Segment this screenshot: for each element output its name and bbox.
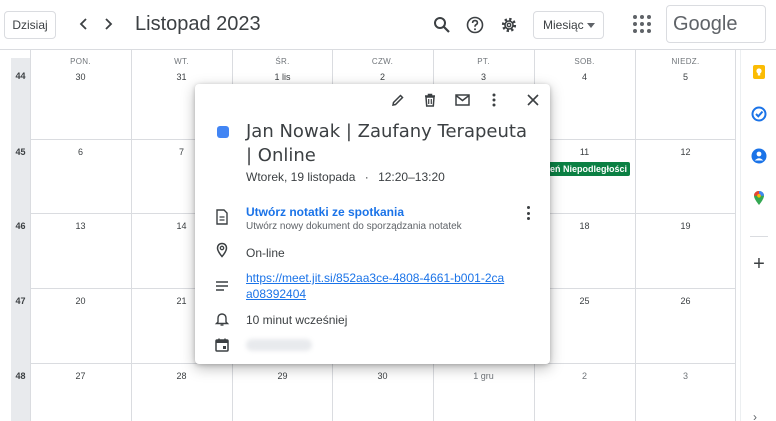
help-icon (466, 16, 484, 34)
location-pin-icon (216, 242, 228, 258)
weekday-header: ŚR. (275, 57, 290, 66)
day-number[interactable]: 26 (635, 296, 736, 306)
apps-grid-icon[interactable] (633, 15, 651, 33)
datetime-separator: · (364, 170, 369, 184)
day-number[interactable]: 3 (433, 72, 534, 82)
event-location: On-line (246, 246, 285, 260)
next-month-button[interactable] (98, 14, 118, 34)
search-icon (434, 17, 450, 33)
side-panel-divider (750, 236, 768, 237)
google-logo[interactable]: Google (666, 5, 766, 43)
chevron-left-icon (79, 18, 87, 30)
day-number[interactable]: 30 (332, 371, 433, 381)
month-title: Listopad 2023 (135, 13, 261, 35)
view-selector[interactable]: Miesiąc (533, 11, 604, 39)
search-button[interactable] (431, 14, 453, 36)
close-popup-button[interactable] (523, 90, 543, 110)
weekday-header: WT. (174, 57, 189, 66)
week-number: 45 (15, 147, 26, 157)
create-notes-link[interactable]: Utwórz notatki ze spotkania (246, 205, 404, 219)
email-guests-button[interactable] (452, 90, 472, 110)
top-bar: Dzisiaj Listopad 2023 Miesiąc Google (0, 0, 776, 50)
weekday-header: SOB. (574, 57, 595, 66)
trash-icon (425, 93, 435, 107)
event-title: Jan Nowak | Zaufany Terapeuta | Online (246, 121, 527, 166)
day-number[interactable]: 6 (30, 147, 131, 157)
week-number: 48 (15, 371, 26, 381)
prev-month-button[interactable] (74, 14, 94, 34)
weekday-header: NIEDZ. (671, 57, 700, 66)
today-button[interactable]: Dzisiaj (4, 11, 56, 39)
day-number[interactable]: 30 (30, 72, 131, 82)
settings-button[interactable] (498, 14, 520, 36)
day-number[interactable]: 20 (30, 296, 131, 306)
gear-icon (501, 17, 517, 33)
event-color-swatch (217, 126, 229, 138)
weekday-header: PON. (70, 57, 91, 66)
event-date: Wtorek, 19 listopada (246, 170, 356, 184)
close-icon (527, 94, 539, 106)
meeting-url-link[interactable]: https://meet.jit.si/852aa3ce-4808-4661-b… (246, 270, 506, 302)
more-vertical-icon (492, 93, 496, 107)
day-number[interactable]: 13 (30, 221, 131, 231)
day-number[interactable]: 1 gru (433, 371, 534, 381)
week-number: 47 (15, 296, 26, 306)
day-number[interactable]: 27 (30, 371, 131, 381)
day-number[interactable]: 3 (635, 371, 736, 381)
notes-more-icon[interactable] (525, 206, 531, 220)
event-time: 12:20–13:20 (378, 170, 445, 184)
day-number[interactable]: 28 (131, 371, 232, 381)
more-options-button[interactable] (484, 90, 504, 110)
day-number[interactable]: 2 (534, 371, 635, 381)
holiday-event-chip[interactable]: eń Niepodległości (548, 162, 630, 176)
help-button[interactable] (464, 14, 486, 36)
day-number[interactable]: 5 (635, 72, 736, 82)
delete-event-button[interactable] (420, 90, 440, 110)
blurred-calendar-name (246, 339, 312, 351)
chevron-right-icon[interactable]: › (753, 410, 757, 421)
event-details-popup: Jan Nowak | Zaufany Terapeuta | Online W… (195, 84, 550, 364)
day-number[interactable]: 1 lis (232, 72, 333, 82)
day-number[interactable]: 19 (635, 221, 736, 231)
keep-icon[interactable] (751, 64, 767, 80)
view-selector-label: Miesiąc (543, 18, 584, 32)
day-number[interactable]: 4 (534, 72, 635, 82)
contacts-icon[interactable] (751, 148, 767, 164)
create-notes-description: Utwórz nowy dokument do sporządzania not… (246, 221, 462, 232)
calendar-icon (215, 338, 229, 352)
notes-document-icon (216, 209, 228, 225)
event-reminder: 10 minut wcześniej (246, 313, 348, 327)
day-number[interactable]: 12 (635, 147, 736, 157)
day-number[interactable]: 2 (332, 72, 433, 82)
mail-icon (454, 94, 470, 106)
tasks-icon[interactable] (751, 106, 767, 122)
event-datetime: Wtorek, 19 listopada · 12:20–13:20 (246, 170, 445, 184)
weekday-header: PT. (477, 57, 490, 66)
day-number[interactable]: 29 (232, 371, 333, 381)
week-number-column (11, 58, 30, 421)
weekday-header: CZW. (371, 57, 394, 66)
bell-icon (214, 313, 230, 326)
day-number[interactable]: 31 (131, 72, 232, 82)
edit-event-button[interactable] (388, 90, 408, 110)
caret-down-icon (587, 23, 595, 28)
description-lines-icon (216, 281, 228, 291)
add-addon-icon[interactable]: + (751, 254, 767, 274)
pencil-icon (392, 94, 404, 106)
maps-icon[interactable] (751, 190, 767, 206)
week-number: 44 (15, 71, 26, 81)
week-number: 46 (15, 221, 26, 231)
chevron-right-icon (105, 18, 113, 30)
